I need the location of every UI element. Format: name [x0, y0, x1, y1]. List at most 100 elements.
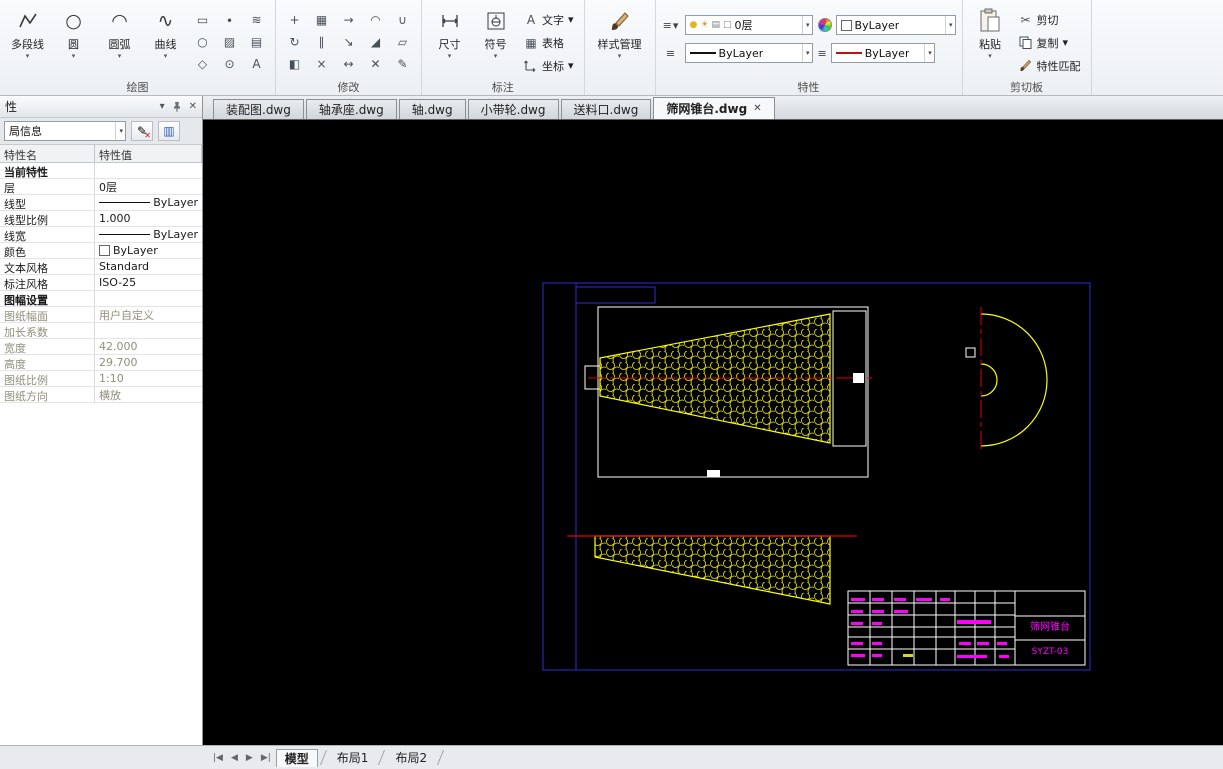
table-label: 表格	[542, 36, 564, 50]
first-tab-nav-icon[interactable]: |◀	[210, 753, 226, 763]
layout-info-combo[interactable]: 局信息 ▾	[4, 121, 126, 141]
fillet-tool-button[interactable]: ◠	[363, 9, 388, 30]
rectangle-tool-button[interactable]: ▭	[190, 9, 215, 30]
revision-tool-button[interactable]: ≋	[244, 9, 269, 30]
layer-tools-button[interactable]: ≡ ▾	[662, 19, 680, 32]
model-tab[interactable]: 模型	[275, 748, 318, 767]
layout2-tab[interactable]: 布局2	[387, 749, 435, 767]
doc-tab-assembly[interactable]: 装配图.dwg	[213, 99, 304, 119]
donut-tool-button[interactable]: ⊙	[217, 53, 242, 74]
close-tab-icon[interactable]: ✕	[753, 103, 761, 114]
text-label: 文字	[542, 13, 564, 27]
copy-button[interactable]: 复制 ▾	[1015, 32, 1085, 53]
doc-tab-small-pulley[interactable]: 小带轮.dwg	[467, 99, 559, 119]
chevron-down-icon: ▾	[568, 13, 574, 26]
column-header-value[interactable]: 特性值	[95, 145, 202, 162]
linetype-manager-button[interactable]: ≡	[662, 47, 680, 60]
drawing-canvas[interactable]: 筛网锥台 SYZT-03	[203, 120, 1223, 745]
move-tool-button[interactable]: +	[282, 9, 307, 30]
ellipse-tool-button[interactable]: ○	[190, 31, 215, 52]
style-manager-label: 样式管理	[597, 38, 642, 51]
draw-group-label: 绘图	[126, 81, 149, 94]
match-properties-button[interactable]: 特性匹配	[1015, 55, 1085, 76]
symbol-button[interactable]: 符号 ▾	[474, 3, 517, 77]
panel-close-icon[interactable]: ✕	[189, 101, 197, 112]
cut-button[interactable]: ✂ 剪切	[1015, 9, 1085, 30]
lineweight-manager-button[interactable]: ≡	[818, 47, 827, 60]
symbol-label: 符号	[484, 38, 507, 51]
layout1-tab[interactable]: 布局1	[329, 749, 377, 767]
layout-toolbar: 局信息 ▾ ✎ ✕ ▥	[0, 118, 202, 145]
style-manager-button[interactable]: 样式管理 ▾	[591, 3, 649, 77]
stretch-tool-button[interactable]: ↔	[336, 53, 361, 74]
chevron-down-icon: ▾	[115, 122, 123, 140]
spline-button[interactable]: ∿ 曲线 ▾	[144, 3, 187, 77]
frame-settings-button[interactable]: ▥	[158, 121, 180, 141]
ribbon-group-style-manager: 样式管理 ▾	[585, 0, 656, 95]
color-wheel-icon[interactable]	[817, 18, 832, 32]
prev-tab-nav-icon[interactable]: ◀	[228, 753, 241, 763]
explode-tool-button[interactable]: ▱	[390, 31, 415, 52]
cone-side-view[interactable]	[584, 306, 872, 478]
clipboard-group-label: 剪切板	[1010, 81, 1044, 94]
last-tab-nav-icon[interactable]: ▶|	[258, 753, 274, 763]
arc-button[interactable]: ◠ 圆弧 ▾	[98, 3, 141, 77]
spline-icon: ∿	[157, 10, 174, 32]
extend-tool-button[interactable]: →	[336, 9, 361, 30]
chevron-down-icon: ▾	[802, 44, 810, 62]
offset-tool-button[interactable]: ∥	[309, 31, 334, 52]
doc-tab-shaft[interactable]: 轴.dwg	[398, 99, 466, 119]
erase-tool-button[interactable]: ✕	[363, 53, 388, 74]
polygon-tool-button[interactable]: ◇	[190, 53, 215, 74]
coordinate-icon	[524, 59, 538, 72]
column-header-name[interactable]: 特性名	[0, 145, 95, 162]
spline-label: 曲线	[154, 38, 177, 51]
doc-tab-bearing-seat[interactable]: 轴承座.dwg	[305, 99, 397, 119]
dimension-icon	[439, 6, 461, 36]
tab-divider	[378, 750, 386, 765]
dimension-button[interactable]: 尺寸 ▾	[428, 3, 471, 77]
array-tool-button[interactable]: ▦	[309, 9, 334, 30]
lineweight-combo[interactable]: ByLayer ▾	[830, 43, 935, 63]
layer-combo[interactable]: ● ☀ ▤ □ 0层 ▾	[684, 15, 813, 35]
pin-icon[interactable]	[172, 101, 182, 112]
doc-tab-feed-port[interactable]: 送料口.dwg	[560, 99, 652, 119]
color-combo[interactable]: ByLayer ▾	[835, 15, 956, 35]
circle-button[interactable]: ○ 圆 ▾	[52, 3, 95, 77]
region-tool-button[interactable]: ▤	[244, 31, 269, 52]
polyline-button[interactable]: 多段线 ▾	[6, 3, 49, 77]
rotate-tool-button[interactable]: ↻	[282, 31, 307, 52]
title-block[interactable]: 筛网锥台 SYZT-03	[847, 590, 1086, 666]
scale-tool-button[interactable]: ↘	[336, 31, 361, 52]
linetype-combo[interactable]: ByLayer ▾	[684, 43, 813, 63]
properties-group-label: 特性	[797, 81, 820, 94]
point-tool-button[interactable]: ∙	[217, 9, 242, 30]
property-row-linetype: 线型 ByLayer	[0, 195, 202, 211]
document-tabbar: 装配图.dwg 轴承座.dwg 轴.dwg 小带轮.dwg 送料口.dwg 筛网…	[203, 96, 1223, 120]
property-row-paper-orientation: 图纸方向 横放	[0, 387, 202, 403]
next-tab-nav-icon[interactable]: ▶	[243, 753, 256, 763]
paste-button[interactable]: 粘贴 ▾	[969, 3, 1012, 77]
mirror-tool-button[interactable]: ◧	[282, 53, 307, 74]
chevron-down-icon: ▾	[163, 52, 168, 60]
join-tool-button[interactable]: ∪	[390, 9, 415, 30]
table-button[interactable]: ▦ 表格	[520, 32, 578, 53]
trim-tool-button[interactable]: ×	[309, 53, 334, 74]
chevron-down-icon: ▾	[988, 52, 992, 60]
panel-menu-icon[interactable]: ▾	[160, 101, 165, 112]
end-view[interactable]	[965, 307, 1048, 452]
frame-settings-icon: ▥	[163, 124, 175, 138]
cone-section-view[interactable]	[567, 535, 857, 605]
chamfer-tool-button[interactable]: ◢	[363, 31, 388, 52]
edit-tool-button[interactable]: ✎	[390, 53, 415, 74]
text-button[interactable]: A 文字 ▾	[520, 9, 578, 30]
drawing-title-text: 筛网锥台	[1030, 620, 1070, 633]
coordinate-button[interactable]: 坐标 ▾	[520, 55, 578, 76]
property-row-paper-scale: 图纸比例 1:10	[0, 371, 202, 387]
hatch-tool-button[interactable]: ▨	[217, 31, 242, 52]
red-x-icon: ✕	[144, 131, 151, 140]
edit-style-button[interactable]: ✎ ✕	[131, 121, 153, 141]
doc-tab-sieve-cone-active[interactable]: 筛网锥台.dwg ✕	[653, 97, 775, 119]
text-tool-button[interactable]: A	[244, 53, 269, 74]
property-row-lengthen-factor: 加长系数	[0, 323, 202, 339]
